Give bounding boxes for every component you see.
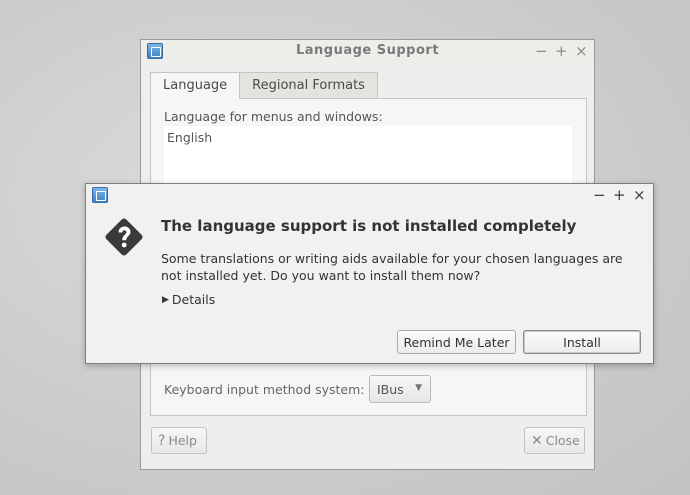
list-item[interactable]: English bbox=[167, 130, 212, 145]
window-close-button[interactable]: × bbox=[575, 44, 588, 59]
help-button[interactable]: ? Help bbox=[151, 427, 207, 454]
help-button-label: Help bbox=[168, 433, 197, 448]
language-list[interactable]: English bbox=[164, 126, 572, 186]
close-button[interactable]: ✕ Close bbox=[524, 427, 585, 454]
dialog-close-button[interactable]: × bbox=[633, 188, 646, 203]
question-icon bbox=[105, 218, 143, 256]
close-icon: ✕ bbox=[531, 432, 543, 449]
close-button-label: Close bbox=[545, 433, 580, 448]
maximize-button[interactable]: + bbox=[555, 44, 568, 59]
incomplete-language-dialog: − + × The language support is not instal… bbox=[85, 183, 654, 364]
dialog-titlebar[interactable]: − + × bbox=[86, 184, 653, 206]
tab-regional-formats[interactable]: Regional Formats bbox=[239, 72, 378, 98]
install-button[interactable]: Install bbox=[523, 330, 641, 354]
details-expander[interactable]: ▶ Details bbox=[162, 292, 215, 307]
dialog-message: Some translations or writing aids availa… bbox=[161, 251, 623, 283]
keyboard-input-value: IBus bbox=[377, 381, 404, 397]
tab-bar: Language Regional Formats bbox=[150, 72, 378, 99]
window-title: Language Support bbox=[295, 43, 440, 58]
tab-language[interactable]: Language bbox=[150, 72, 241, 99]
dialog-heading: The language support is not installed co… bbox=[161, 217, 577, 235]
menus-language-label: Language for menus and windows: bbox=[164, 109, 383, 124]
keyboard-input-label: Keyboard input method system: bbox=[164, 382, 365, 397]
details-label: Details bbox=[171, 292, 216, 307]
help-icon: ? bbox=[158, 432, 166, 449]
window-titlebar[interactable]: Language Support − + × bbox=[141, 40, 594, 62]
dropdown-arrow-icon: ▼ bbox=[415, 383, 422, 393]
app-icon bbox=[92, 187, 108, 203]
minimize-button[interactable]: − bbox=[535, 44, 548, 59]
keyboard-input-select[interactable]: IBus ▼ bbox=[369, 375, 431, 403]
expander-triangle-icon: ▶ bbox=[162, 294, 169, 305]
minimize-button[interactable]: − bbox=[593, 188, 606, 203]
maximize-button[interactable]: + bbox=[613, 188, 626, 203]
remind-later-button[interactable]: Remind Me Later bbox=[397, 330, 516, 354]
